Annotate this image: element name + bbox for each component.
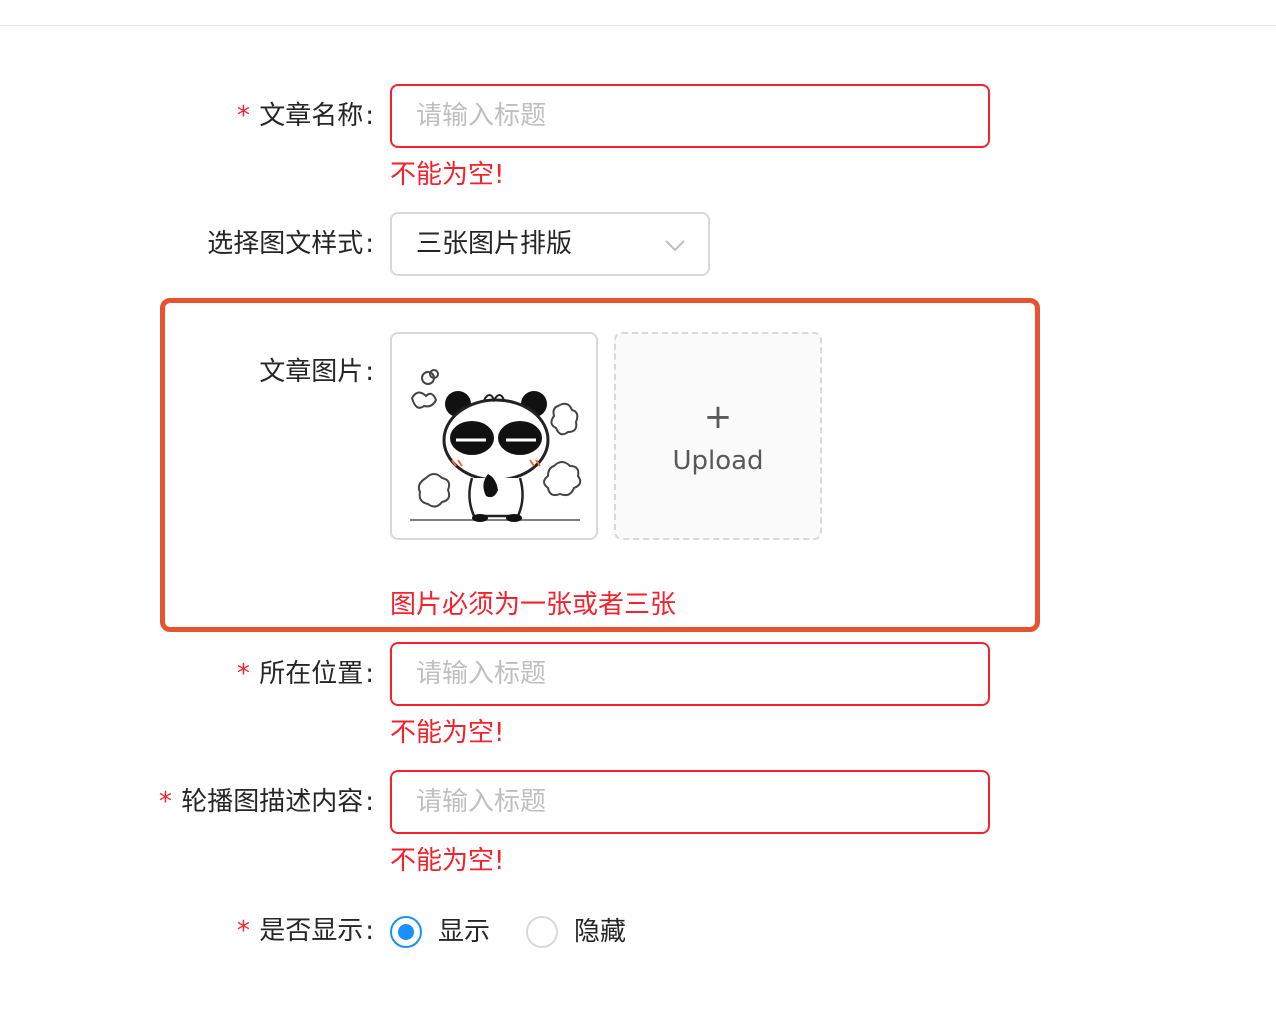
style-label-text: 选择图文样式	[207, 229, 364, 259]
display-label: * 是否显示:	[236, 914, 374, 948]
location-label-text: 所在位置	[259, 659, 364, 689]
radio-show-label: 显示	[438, 917, 491, 947]
panda-sticker-image	[410, 369, 582, 522]
display-label-text: 是否显示	[259, 916, 364, 946]
required-mark: *	[235, 101, 252, 131]
radio-checked-icon[interactable]	[390, 916, 422, 948]
label-colon: :	[365, 101, 374, 131]
title-label: * 文章名称:	[236, 99, 374, 133]
carousel-error: 不能为空!	[390, 846, 505, 876]
image-error: 图片必须为一张或者三张	[390, 590, 677, 620]
title-label-text: 文章名称	[259, 101, 364, 131]
chevron-down-icon	[665, 240, 685, 252]
image-section-highlight	[160, 298, 1040, 632]
plus-icon: +	[703, 397, 733, 437]
carousel-label-text: 轮播图描述内容	[181, 787, 364, 817]
location-error: 不能为空!	[390, 718, 505, 748]
label-colon: :	[365, 916, 374, 946]
title-error: 不能为空!	[390, 160, 505, 190]
label-colon: :	[365, 229, 374, 259]
style-select[interactable]: 三张图片排版	[390, 212, 710, 276]
image-label-text: 文章图片	[259, 357, 364, 387]
style-select-value: 三张图片排版	[416, 229, 573, 259]
required-mark: *	[157, 787, 174, 817]
carousel-input[interactable]	[390, 770, 990, 834]
radio-unchecked-icon[interactable]	[526, 916, 558, 948]
uploaded-image-thumbnail[interactable]	[390, 332, 598, 540]
style-label: 选择图文样式:	[207, 227, 374, 261]
location-label: * 所在位置:	[236, 657, 374, 691]
carousel-label: * 轮播图描述内容:	[158, 785, 374, 819]
location-input[interactable]	[390, 642, 990, 706]
top-divider	[0, 25, 1276, 26]
required-mark: *	[235, 916, 252, 946]
label-colon: :	[365, 357, 374, 387]
upload-button[interactable]: + Upload	[614, 332, 822, 540]
label-colon: :	[365, 787, 374, 817]
title-input[interactable]	[390, 84, 990, 148]
label-colon: :	[365, 659, 374, 689]
required-mark: *	[235, 659, 252, 689]
upload-label: Upload	[672, 446, 764, 476]
radio-hide-label: 隐藏	[574, 917, 627, 947]
image-label: 文章图片:	[259, 355, 374, 389]
